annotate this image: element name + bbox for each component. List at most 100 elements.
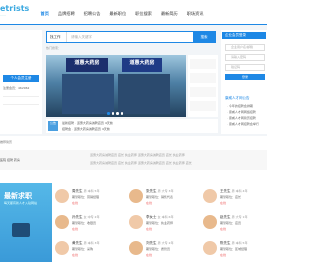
avatar bbox=[129, 215, 143, 229]
resume-info: 期望职位：营销经理 bbox=[72, 195, 100, 199]
ad-item[interactable] bbox=[190, 59, 216, 69]
resume-name: 陈先生 男 本科 5年 bbox=[220, 241, 248, 245]
resume-name: 孙先生 女 中专 2年 bbox=[72, 215, 100, 219]
graduation-cap-icon bbox=[12, 223, 30, 237]
notice-line[interactable]: 最新招聘 · 道惠大药房诚聘店员 4天前 bbox=[62, 121, 113, 125]
storefront-left bbox=[62, 74, 114, 114]
resume-name: 赵先生 男 大专 1年 bbox=[220, 215, 248, 219]
notice-bar: 公告 最新招聘 · 道惠大药房诚聘店员 4天前 招聘会 · 道惠大药房诚聘店员 … bbox=[46, 119, 218, 133]
search-input[interactable]: 请输入关键字 bbox=[71, 32, 92, 42]
nav-announcements[interactable]: 招聘公告 bbox=[79, 10, 105, 18]
announcement-title: 康威人才网公告 bbox=[225, 96, 250, 100]
password-field[interactable]: 请输入密码 bbox=[225, 54, 265, 61]
promo-title: 最新求职 bbox=[4, 192, 32, 200]
resume-info: 期望职位：店长 bbox=[220, 195, 242, 199]
member-count: 注册会员：462962 bbox=[3, 86, 30, 90]
divider bbox=[3, 96, 39, 97]
search-type-select[interactable]: 找工作 bbox=[47, 32, 67, 42]
ad-box bbox=[188, 55, 218, 117]
nav-latest-jobs[interactable]: 最新职位 bbox=[105, 10, 131, 18]
search-button[interactable]: 搜索 bbox=[193, 32, 215, 42]
main-nav: 首页 品牌招聘 招聘公告 最新职位 职位搜索 最新简历 职场资讯 bbox=[36, 10, 208, 18]
avatar bbox=[129, 241, 143, 255]
resume-name: 王先生 男 本科 4年 bbox=[220, 189, 248, 193]
carousel-dot[interactable] bbox=[107, 112, 110, 115]
resume-card[interactable]: 刘先生 男 大专 2年 期望职位：质管员 在线 bbox=[129, 239, 187, 262]
resume-card[interactable]: 张先生 男 大专 3年 期望职位：销售代表 在线 bbox=[129, 187, 187, 210]
latest-job-promo[interactable]: 最新求职 每天都有新人才入驻网站 bbox=[0, 183, 52, 262]
carousel-dots bbox=[90, 112, 140, 115]
left-links[interactable]: 医院 招聘 药房 bbox=[0, 158, 20, 162]
band-link[interactable]: 道惠大药房诚聘店员 店长 执业药师 道惠大药房诚聘店员 店长 执业药师 店长 bbox=[90, 161, 192, 165]
resume-cards: 周先生 男 本科 5年 期望职位：营销经理 在线 张先生 男 大专 3年 期望职… bbox=[55, 183, 267, 262]
resume-name: 李女士 女 本科 6年 bbox=[146, 215, 174, 219]
resume-info: 期望职位：销售代表 bbox=[146, 195, 174, 199]
avatar bbox=[203, 189, 217, 203]
resume-card[interactable]: 王先生 男 本科 4年 期望职位：店长 在线 bbox=[203, 187, 261, 210]
personal-register-button[interactable]: 个人会员注册 bbox=[3, 75, 39, 82]
resume-info: 期望职位：店员 bbox=[220, 221, 242, 225]
store-sign: 道惠大药房 bbox=[66, 58, 108, 72]
store-sign: 道惠大药房 bbox=[122, 58, 162, 72]
announcement-item[interactable]: · 今年的招聘会排期 bbox=[227, 104, 253, 108]
carousel-dot[interactable] bbox=[116, 112, 119, 115]
resume-card[interactable]: 周先生 男 本科 5年 期望职位：营销经理 在线 bbox=[55, 187, 113, 210]
avatar bbox=[129, 189, 143, 203]
announcement-item[interactable]: · 康威人才网招聘会举行 bbox=[227, 122, 259, 126]
nav-latest-resumes[interactable]: 最新简历 bbox=[156, 10, 182, 18]
resume-status: 在线 bbox=[72, 253, 79, 257]
nav-brand-jobs[interactable]: 品牌招聘 bbox=[53, 10, 79, 18]
resume-status: 在线 bbox=[146, 253, 153, 257]
avatar bbox=[55, 189, 69, 203]
announcement-item[interactable]: · 康威人才网网络招聘 bbox=[227, 110, 256, 114]
carousel-dot[interactable] bbox=[111, 112, 114, 115]
search-bar: 找工作 请输入关键字 搜索 bbox=[46, 31, 216, 43]
resume-info: 期望职位：区域经理 bbox=[220, 247, 248, 251]
nav-job-search[interactable]: 职位搜索 bbox=[131, 10, 157, 18]
nav-home[interactable]: 首页 bbox=[36, 10, 53, 18]
left-panel bbox=[0, 30, 42, 134]
avatar bbox=[55, 241, 69, 255]
resume-card[interactable]: 李女士 女 本科 6年 期望职位：执业药师 在线 bbox=[129, 213, 187, 236]
avatar bbox=[203, 241, 217, 255]
captcha-field[interactable]: 验证码 bbox=[225, 64, 265, 71]
resume-status: 在线 bbox=[72, 201, 79, 205]
promo-subtitle: 每天都有新人才入驻网站 bbox=[4, 201, 38, 205]
avatar bbox=[203, 215, 217, 229]
company-login-header: 企业会员登录 bbox=[222, 32, 266, 39]
band-link[interactable]: 道惠大药房诚聘店员 店长 执业药师 道惠大药房诚聘店员 店长 执业药师 bbox=[90, 153, 185, 157]
resume-info: 期望职位：质管员 bbox=[146, 247, 171, 251]
resume-name: 黄先生 男 本科 3年 bbox=[72, 241, 100, 245]
resume-status: 在线 bbox=[220, 201, 227, 205]
section-title: 推荐简历 bbox=[0, 140, 13, 144]
login-button[interactable]: 登录 bbox=[225, 74, 265, 80]
resume-info: 期望职位：采购 bbox=[72, 247, 94, 251]
ad-item[interactable] bbox=[190, 101, 216, 111]
resume-info: 期望职位：收银员 bbox=[72, 221, 97, 225]
ad-item[interactable] bbox=[190, 73, 216, 83]
resume-card[interactable]: 陈先生 男 本科 5年 期望职位：区域经理 在线 bbox=[203, 239, 261, 262]
resume-name: 刘先生 男 大专 2年 bbox=[146, 241, 174, 245]
resume-name: 周先生 男 本科 5年 bbox=[72, 189, 100, 193]
resume-status: 在线 bbox=[72, 227, 79, 231]
resume-name: 张先生 男 大专 3年 bbox=[146, 189, 174, 193]
avatar bbox=[55, 215, 69, 229]
resume-status: 在线 bbox=[220, 227, 227, 231]
resume-card[interactable]: 孙先生 女 中专 2年 期望职位：收银员 在线 bbox=[55, 213, 113, 236]
hot-searches: 热门搜索： bbox=[46, 46, 62, 50]
ad-item[interactable] bbox=[190, 87, 216, 97]
resume-card[interactable]: 黄先生 男 本科 3年 期望职位：采购 在线 bbox=[55, 239, 113, 262]
carousel-dot[interactable] bbox=[120, 112, 123, 115]
site-logo[interactable]: etrists...... bbox=[0, 4, 29, 22]
username-field[interactable]: 企业用户名/邮箱 bbox=[225, 44, 265, 51]
resume-status: 在线 bbox=[146, 227, 153, 231]
resume-card[interactable]: 赵先生 男 大专 1年 期望职位：店员 在线 bbox=[203, 213, 261, 236]
announcement-item[interactable]: · 康威人才网简历招聘 bbox=[227, 116, 256, 120]
notice-badge: 公告 bbox=[48, 121, 58, 131]
divider bbox=[3, 104, 39, 105]
storefront-right bbox=[118, 74, 170, 114]
resume-status: 在线 bbox=[220, 253, 227, 257]
nav-career-news[interactable]: 职场资讯 bbox=[182, 10, 208, 18]
resume-status: 在线 bbox=[146, 201, 153, 205]
notice-line[interactable]: 招聘会 · 道惠大药房诚聘店员 4天前 bbox=[62, 127, 110, 131]
